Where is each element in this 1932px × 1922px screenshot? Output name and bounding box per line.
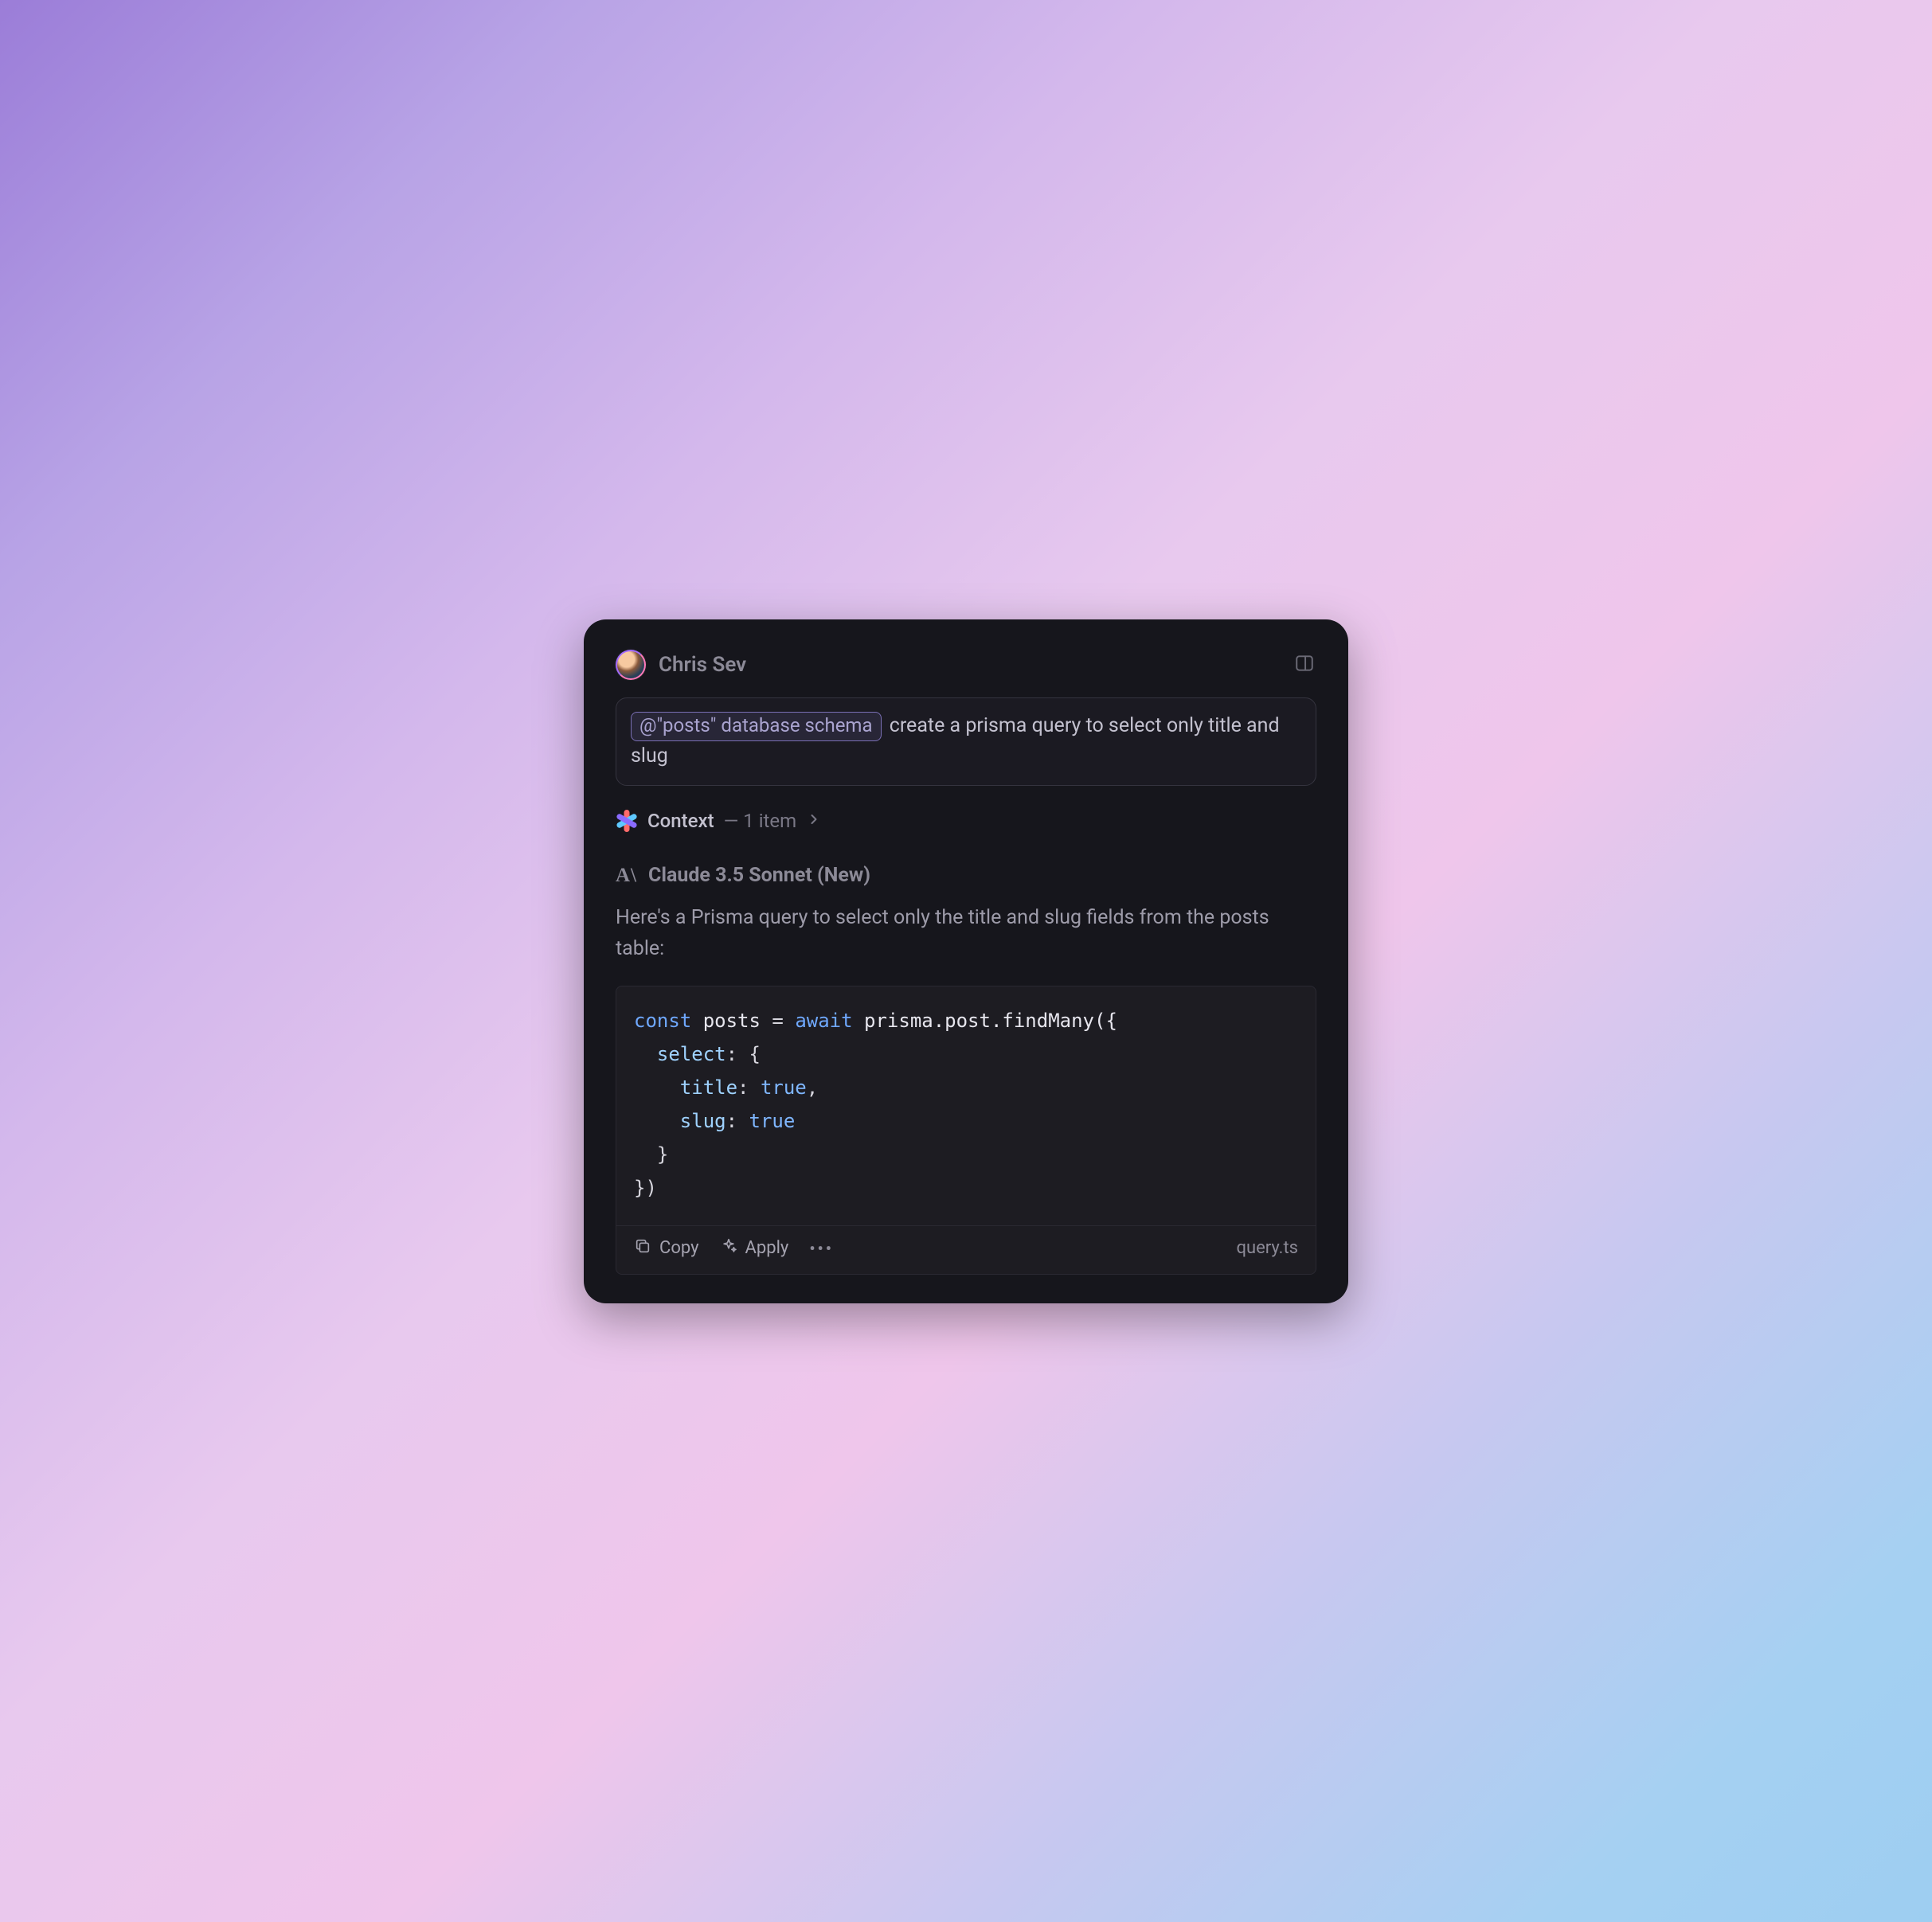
code-token: }): [634, 1177, 657, 1199]
mention-chip[interactable]: @"posts" database schema: [631, 712, 882, 742]
code-token: =: [772, 1010, 783, 1032]
panel-toggle-button[interactable]: [1293, 653, 1316, 677]
context-row[interactable]: Context — 1 item: [616, 810, 1316, 832]
code-token: slug: [680, 1110, 726, 1132]
code-footer: Copy Apply ••• query.ts: [616, 1226, 1316, 1274]
copy-icon: [634, 1237, 651, 1260]
code-token: :: [737, 1076, 749, 1099]
model-row: A\ Claude 3.5 Sonnet (New): [616, 864, 1316, 887]
chat-panel: Chris Sev @"posts" database schema creat…: [584, 619, 1348, 1303]
mention-text: @"posts" database schema: [639, 713, 873, 740]
apply-button[interactable]: Apply: [720, 1237, 789, 1260]
context-count: — 1 item: [724, 810, 797, 832]
code-token: {: [749, 1043, 761, 1065]
code-content[interactable]: const posts = await prisma.post.findMany…: [616, 986, 1316, 1226]
panel-layout-icon: [1294, 653, 1315, 677]
avatar[interactable]: [616, 650, 646, 680]
code-token: ,: [807, 1076, 818, 1099]
sparkle-icon: [720, 1237, 737, 1260]
user-block: Chris Sev: [616, 650, 746, 680]
copy-label: Copy: [659, 1238, 699, 1258]
header-row: Chris Sev: [616, 650, 1316, 680]
code-token: title: [680, 1076, 737, 1099]
code-token: posts: [703, 1010, 761, 1032]
more-button[interactable]: •••: [809, 1239, 834, 1258]
chevron-right-icon: [806, 810, 822, 832]
prompt-input[interactable]: @"posts" database schema create a prisma…: [616, 697, 1316, 787]
context-label: Context: [647, 810, 714, 832]
code-filename: query.ts: [1236, 1238, 1298, 1258]
username: Chris Sev: [659, 653, 746, 677]
code-token: }: [657, 1143, 668, 1166]
code-token: :: [726, 1110, 737, 1132]
code-token: const: [634, 1010, 691, 1032]
model-name: Claude 3.5 Sonnet (New): [648, 864, 870, 887]
code-actions: Copy Apply •••: [634, 1237, 834, 1260]
context-asterisk-icon: [616, 810, 638, 832]
code-block: const posts = await prisma.post.findMany…: [616, 986, 1316, 1275]
code-token: prisma.post.findMany({: [864, 1010, 1117, 1032]
code-token: true: [749, 1110, 796, 1132]
anthropic-logo-icon: A\: [616, 865, 637, 887]
apply-label: Apply: [745, 1238, 789, 1258]
assistant-response-text: Here's a Prisma query to select only the…: [616, 903, 1316, 965]
code-token: true: [761, 1076, 807, 1099]
copy-button[interactable]: Copy: [634, 1237, 699, 1260]
code-token: await: [795, 1010, 852, 1032]
code-token: select: [657, 1043, 726, 1065]
